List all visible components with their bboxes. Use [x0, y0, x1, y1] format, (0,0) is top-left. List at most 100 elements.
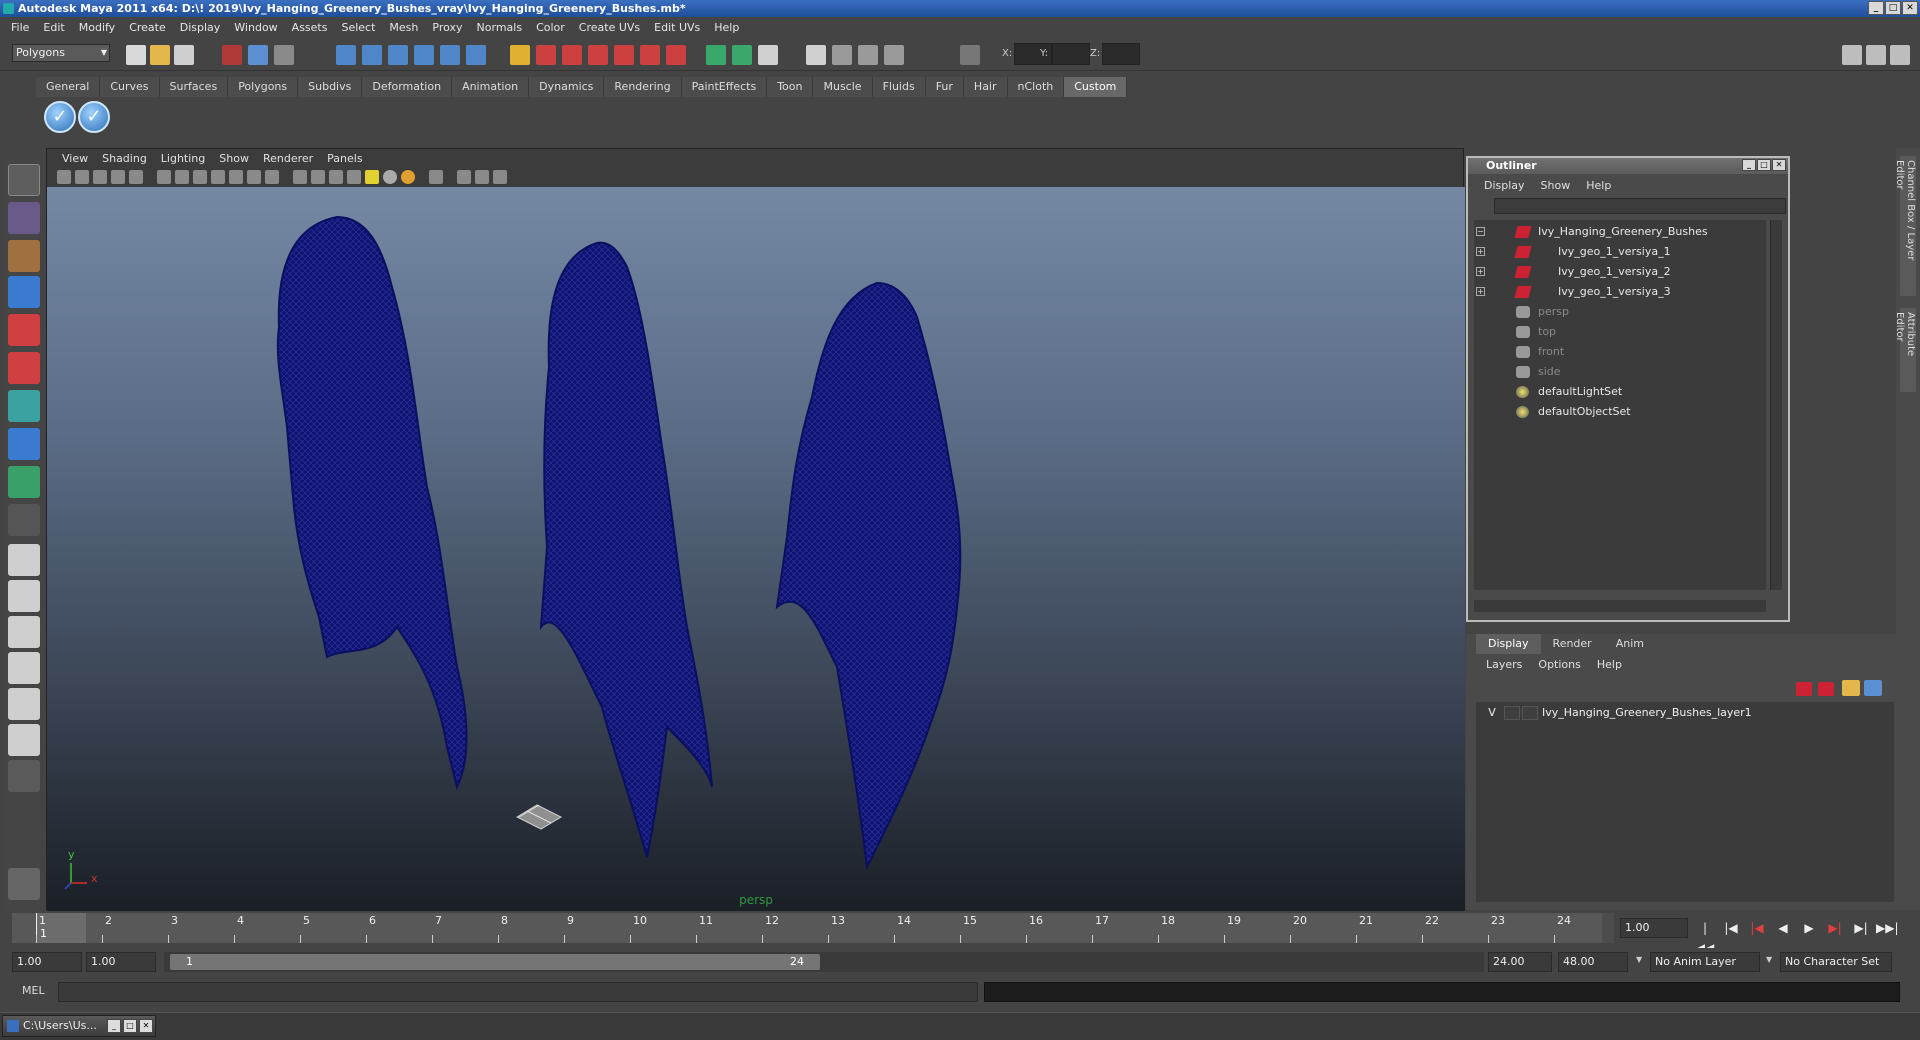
menu-file[interactable]: File [4, 21, 36, 34]
paint-select-tool-icon[interactable] [8, 240, 40, 272]
menu-window[interactable]: Window [227, 21, 284, 34]
last-tool-icon[interactable] [8, 504, 40, 536]
shelf-tab-custom[interactable]: Custom [1064, 77, 1128, 97]
close-button[interactable]: ✕ [139, 1019, 153, 1033]
image-plane-icon[interactable] [111, 170, 125, 184]
display-icon[interactable] [758, 45, 778, 65]
show-manipulator-icon[interactable] [8, 466, 40, 498]
menu-color[interactable]: Color [529, 21, 572, 34]
outliner-horizontal-scrollbar[interactable] [1474, 600, 1766, 612]
attribute-editor-tab[interactable]: Attribute Editor [1894, 308, 1916, 392]
snap-live-icon[interactable] [440, 45, 460, 65]
outliner-title-bar[interactable]: Outliner _ □ ✕ [1468, 158, 1788, 174]
batch-render-icon[interactable] [666, 45, 686, 65]
channel-box-tab[interactable]: Channel Box / Layer Editor [1894, 156, 1916, 296]
current-time-field[interactable]: 1.00 [1620, 918, 1688, 938]
safe-action-icon[interactable] [247, 170, 261, 184]
layout-persp-graph-icon[interactable] [8, 724, 40, 756]
grid-toggle-icon[interactable] [157, 170, 171, 184]
mel-command-input[interactable] [58, 982, 978, 1002]
minimize-button[interactable]: _ [1868, 1, 1884, 15]
layout-single-icon[interactable] [8, 544, 40, 576]
menu-mesh[interactable]: Mesh [382, 21, 425, 34]
hypershade-icon[interactable] [614, 45, 634, 65]
shelf-tab-painteffects[interactable]: PaintEffects [681, 77, 768, 97]
snap-curve-icon[interactable] [362, 45, 382, 65]
shelf-button-1[interactable]: ✓ [44, 101, 76, 133]
new-scene-icon[interactable] [126, 45, 146, 65]
playback-start-field[interactable]: 1.00 [86, 952, 156, 972]
shadows-icon[interactable] [401, 170, 415, 184]
outliner-item[interactable]: + Ivy_geo_1_versiya_2 [1474, 262, 1766, 282]
menu-assets[interactable]: Assets [285, 21, 335, 34]
shelf-tab-general[interactable]: General [36, 77, 101, 97]
isolate-select-icon[interactable] [429, 170, 443, 184]
step-forward-icon[interactable]: ▶| [1850, 918, 1872, 938]
outliner-item[interactable]: front [1474, 342, 1766, 362]
viewport-menu-lighting[interactable]: Lighting [154, 152, 212, 165]
layer-tab-anim[interactable]: Anim [1604, 634, 1656, 654]
viewport-menu-show[interactable]: Show [212, 152, 256, 165]
viewport-menu-shading[interactable]: Shading [95, 152, 154, 165]
shelf-button-2[interactable]: ✓ [78, 101, 110, 133]
menu-proxy[interactable]: Proxy [425, 21, 469, 34]
outliner-item[interactable]: top [1474, 322, 1766, 342]
outliner-item[interactable]: + Ivy_geo_1_versiya_1 [1474, 242, 1766, 262]
layer-menu-layers[interactable]: Layers [1478, 658, 1530, 671]
time-ruler[interactable]: 1 1 2 3 4 5 6 7 8 9 10 11 12 13 14 15 16 17 18 19 20 21 22 23 2… [12, 913, 1602, 943]
viewport-menu-panels[interactable]: Panels [320, 152, 369, 165]
shelf-tab-surfaces[interactable]: Surfaces [159, 77, 229, 97]
shelf-tab-rendering[interactable]: Rendering [604, 77, 682, 97]
layout-custom-icon[interactable] [8, 760, 40, 792]
soft-modification-icon[interactable] [8, 428, 40, 460]
character-set-select[interactable]: No Character Set [1780, 952, 1892, 972]
outliner-vertical-scrollbar[interactable] [1770, 220, 1782, 590]
show-tool-settings-icon[interactable] [1866, 45, 1886, 65]
transform-field-icon[interactable] [960, 45, 980, 65]
wireframe-on-shaded-icon[interactable] [329, 170, 343, 184]
use-all-lights-icon[interactable] [383, 170, 397, 184]
step-forward-key-icon[interactable]: ▶| [1824, 918, 1846, 938]
move-tool-icon[interactable] [8, 276, 40, 308]
menu-edit-uvs[interactable]: Edit UVs [647, 21, 707, 34]
wireframe-icon[interactable] [293, 170, 307, 184]
viewport-menu-renderer[interactable]: Renderer [256, 152, 320, 165]
layer-row[interactable]: V Ivy_Hanging_Greenery_Bushes_layer1 [1476, 704, 1894, 722]
minimized-window[interactable]: C:\Users\Us... _ □ ✕ [2, 1015, 156, 1037]
field-chart-icon[interactable] [229, 170, 243, 184]
menu-edit[interactable]: Edit [36, 21, 71, 34]
y-field[interactable] [1052, 43, 1090, 65]
layer-tab-render[interactable]: Render [1541, 634, 1604, 654]
chevron-down-icon[interactable]: ▼ [1636, 955, 1642, 964]
layer-menu-help[interactable]: Help [1589, 658, 1630, 671]
snap-point-icon[interactable] [388, 45, 408, 65]
component-xray-icon[interactable] [493, 170, 507, 184]
show-channel-box-icon[interactable] [1890, 45, 1910, 65]
show-attribute-editor-icon[interactable] [1842, 45, 1862, 65]
collapse-icon[interactable]: − [1476, 227, 1485, 236]
select-by-component-icon[interactable] [274, 45, 294, 65]
expand-icon[interactable]: + [1476, 287, 1485, 296]
scene-icon-3[interactable] [858, 45, 878, 65]
restore-button[interactable]: _ [107, 1019, 121, 1033]
layer-tab-display[interactable]: Display [1476, 634, 1541, 654]
menu-select[interactable]: Select [334, 21, 382, 34]
universal-manipulator-icon[interactable] [8, 390, 40, 422]
mental-ray-icon[interactable] [8, 868, 40, 900]
layout-outliner-icon[interactable] [8, 616, 40, 648]
menu-set-select[interactable]: Polygons ▼ [12, 44, 110, 62]
layer-visibility-toggle[interactable]: V [1484, 704, 1500, 722]
shelf-tab-curves[interactable]: Curves [100, 77, 160, 97]
playback-end-field[interactable]: 24.00 [1488, 952, 1552, 972]
play-forward-icon[interactable]: ▶ [1798, 918, 1820, 938]
menu-normals[interactable]: Normals [470, 21, 530, 34]
menu-help[interactable]: Help [707, 21, 746, 34]
scene-icon-1[interactable] [806, 45, 826, 65]
menu-create[interactable]: Create [122, 21, 173, 34]
ipr-render-icon[interactable] [562, 45, 582, 65]
history-icon[interactable] [466, 45, 486, 65]
select-by-object-icon[interactable] [248, 45, 268, 65]
layer-menu-options[interactable]: Options [1530, 658, 1588, 671]
viewport-menu-view[interactable]: View [55, 152, 95, 165]
chevron-down-icon[interactable]: ▼ [1766, 955, 1772, 964]
